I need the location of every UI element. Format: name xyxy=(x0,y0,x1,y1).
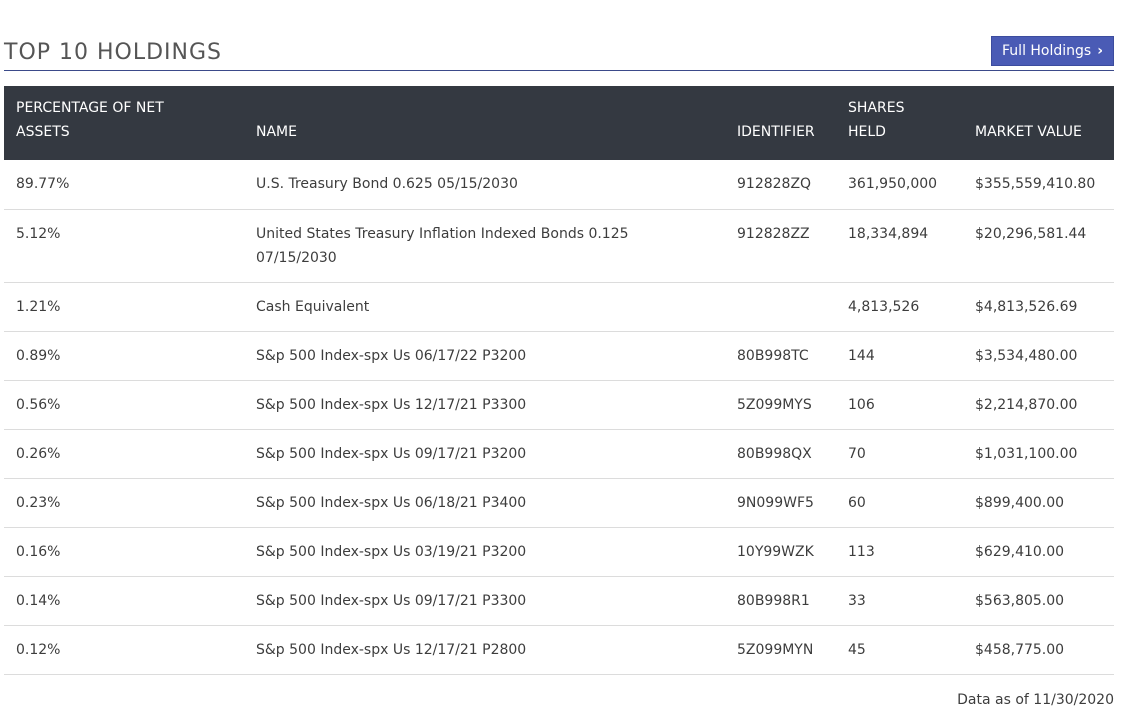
cell-shares: 70 xyxy=(836,429,963,479)
cell-market-value: $3,534,480.00 xyxy=(963,331,1114,381)
cell-shares: 45 xyxy=(836,625,963,675)
table-row: 1.21% Cash Equivalent 4,813,526 $4,813,5… xyxy=(4,282,1114,332)
column-header-pct: PERCENTAGE OF NET ASSETS xyxy=(16,100,164,140)
data-as-of-note: Data as of 11/30/2020 xyxy=(957,692,1114,708)
cell-identifier: 80B998QX xyxy=(725,429,836,479)
cell-shares: 144 xyxy=(836,331,963,381)
cell-name: S&p 500 Index-spx Us 12/17/21 P2800 xyxy=(244,625,725,675)
column-header-shares: SHARES HELD xyxy=(848,100,905,140)
cell-market-value: $4,813,526.69 xyxy=(963,282,1114,332)
full-holdings-button[interactable]: Full Holdings › xyxy=(991,36,1114,66)
chevron-right-icon: › xyxy=(1097,43,1103,59)
cell-pct: 0.89% xyxy=(4,331,244,381)
holdings-table: PERCENTAGE OF NET ASSETS NAME IDENTIFIER… xyxy=(4,86,1114,675)
cell-name: U.S. Treasury Bond 0.625 05/15/2030 xyxy=(244,160,725,210)
table-row: 0.12% S&p 500 Index-spx Us 12/17/21 P280… xyxy=(4,625,1114,675)
cell-identifier xyxy=(725,282,836,332)
cell-name: S&p 500 Index-spx Us 09/17/21 P3200 xyxy=(244,429,725,479)
cell-pct: 0.16% xyxy=(4,527,244,577)
cell-shares: 106 xyxy=(836,380,963,430)
column-header-market-value: MARKET VALUE xyxy=(975,124,1082,140)
cell-identifier: 80B998TC xyxy=(725,331,836,381)
cell-name: S&p 500 Index-spx Us 06/17/22 P3200 xyxy=(244,331,725,381)
cell-shares: 33 xyxy=(836,576,963,626)
holdings-header: TOP 10 HOLDINGS Full Holdings › xyxy=(4,34,1114,71)
cell-identifier: 5Z099MYN xyxy=(725,625,836,675)
cell-shares: 18,334,894 xyxy=(836,209,963,283)
cell-name: S&p 500 Index-spx Us 09/17/21 P3300 xyxy=(244,576,725,626)
table-row: 0.14% S&p 500 Index-spx Us 09/17/21 P330… xyxy=(4,576,1114,626)
cell-market-value: $1,031,100.00 xyxy=(963,429,1114,479)
cell-name: United States Treasury Inflation Indexed… xyxy=(244,209,725,283)
cell-name: S&p 500 Index-spx Us 03/19/21 P3200 xyxy=(244,527,725,577)
cell-identifier: 9N099WF5 xyxy=(725,478,836,528)
cell-pct: 1.21% xyxy=(4,282,244,332)
table-row: 0.56% S&p 500 Index-spx Us 12/17/21 P330… xyxy=(4,380,1114,430)
cell-market-value: $20,296,581.44 xyxy=(963,209,1114,283)
table-row: 0.89% S&p 500 Index-spx Us 06/17/22 P320… xyxy=(4,331,1114,381)
table-row: 0.26% S&p 500 Index-spx Us 09/17/21 P320… xyxy=(4,429,1114,479)
table-row: 0.16% S&p 500 Index-spx Us 03/19/21 P320… xyxy=(4,527,1114,577)
cell-name: S&p 500 Index-spx Us 12/17/21 P3300 xyxy=(244,380,725,430)
table-row: 5.12% United States Treasury Inflation I… xyxy=(4,209,1114,283)
cell-name: Cash Equivalent xyxy=(244,282,725,332)
column-header-name: NAME xyxy=(256,124,297,140)
cell-name: S&p 500 Index-spx Us 06/18/21 P3400 xyxy=(244,478,725,528)
cell-pct: 5.12% xyxy=(4,209,244,283)
cell-identifier: 912828ZZ xyxy=(725,209,836,283)
cell-market-value: $355,559,410.80 xyxy=(963,160,1114,210)
cell-pct: 0.56% xyxy=(4,380,244,430)
cell-identifier: 912828ZQ xyxy=(725,160,836,210)
full-holdings-label: Full Holdings xyxy=(1002,43,1092,59)
cell-market-value: $2,214,870.00 xyxy=(963,380,1114,430)
cell-pct: 0.12% xyxy=(4,625,244,675)
table-row: 89.77% U.S. Treasury Bond 0.625 05/15/20… xyxy=(4,160,1114,210)
cell-identifier: 5Z099MYS xyxy=(725,380,836,430)
page-title: TOP 10 HOLDINGS xyxy=(4,40,223,65)
cell-shares: 113 xyxy=(836,527,963,577)
cell-pct: 0.14% xyxy=(4,576,244,626)
cell-identifier: 80B998R1 xyxy=(725,576,836,626)
cell-identifier: 10Y99WZK xyxy=(725,527,836,577)
cell-pct: 0.23% xyxy=(4,478,244,528)
cell-pct: 0.26% xyxy=(4,429,244,479)
column-header-identifier: IDENTIFIER xyxy=(737,124,815,140)
cell-pct: 89.77% xyxy=(4,160,244,210)
table-row: 0.23% S&p 500 Index-spx Us 06/18/21 P340… xyxy=(4,478,1114,528)
cell-shares: 60 xyxy=(836,478,963,528)
cell-market-value: $899,400.00 xyxy=(963,478,1114,528)
cell-market-value: $629,410.00 xyxy=(963,527,1114,577)
table-header-row: PERCENTAGE OF NET ASSETS NAME IDENTIFIER… xyxy=(4,86,1114,160)
cell-shares: 361,950,000 xyxy=(836,160,963,210)
cell-market-value: $563,805.00 xyxy=(963,576,1114,626)
cell-market-value: $458,775.00 xyxy=(963,625,1114,675)
cell-shares: 4,813,526 xyxy=(836,282,963,332)
